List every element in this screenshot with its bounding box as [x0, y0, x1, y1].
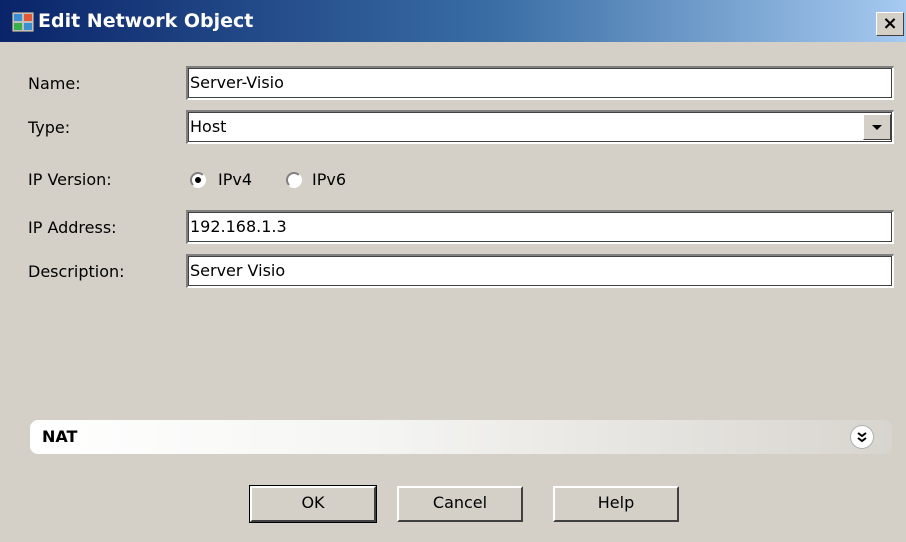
type-label: Type: [28, 118, 71, 137]
name-field[interactable]: Server-Visio [186, 66, 894, 100]
description-value: Server Visio [190, 261, 286, 280]
chevron-down-icon[interactable] [863, 114, 891, 140]
help-label: Help [597, 493, 635, 512]
network-object-icon [12, 12, 34, 32]
description-field[interactable]: Server Visio [186, 254, 894, 288]
ipv6-radio[interactable] [286, 172, 302, 188]
ok-label: OK [301, 493, 325, 512]
ip-address-label: IP Address: [28, 218, 117, 237]
help-button[interactable]: Help [553, 486, 679, 522]
edit-network-object-dialog: Edit Network Object × Name: Server-Visio… [0, 0, 906, 542]
ok-button[interactable]: OK [249, 485, 377, 523]
cancel-button[interactable]: Cancel [397, 486, 523, 522]
type-select[interactable]: Host [186, 110, 894, 144]
close-button[interactable]: × [876, 12, 904, 36]
ip-address-field[interactable]: 192.168.1.3 [186, 210, 894, 244]
description-label: Description: [28, 262, 125, 281]
cancel-label: Cancel [432, 493, 488, 512]
name-label: Name: [28, 74, 81, 93]
expand-chevron-icon[interactable] [850, 425, 874, 449]
nat-section-header[interactable]: NAT [30, 420, 892, 454]
ipv6-label[interactable]: IPv6 [312, 170, 346, 190]
title-bar[interactable]: Edit Network Object × [0, 0, 906, 42]
type-value: Host [190, 117, 227, 136]
window-title: Edit Network Object [38, 10, 254, 32]
nat-label: NAT [42, 427, 78, 446]
name-value: Server-Visio [190, 73, 284, 92]
ipv4-label[interactable]: IPv4 [218, 170, 252, 190]
ip-version-label: IP Version: [28, 170, 112, 189]
close-icon: × [882, 13, 898, 34]
ipv4-radio[interactable] [190, 172, 206, 188]
ip-address-value: 192.168.1.3 [190, 217, 287, 236]
